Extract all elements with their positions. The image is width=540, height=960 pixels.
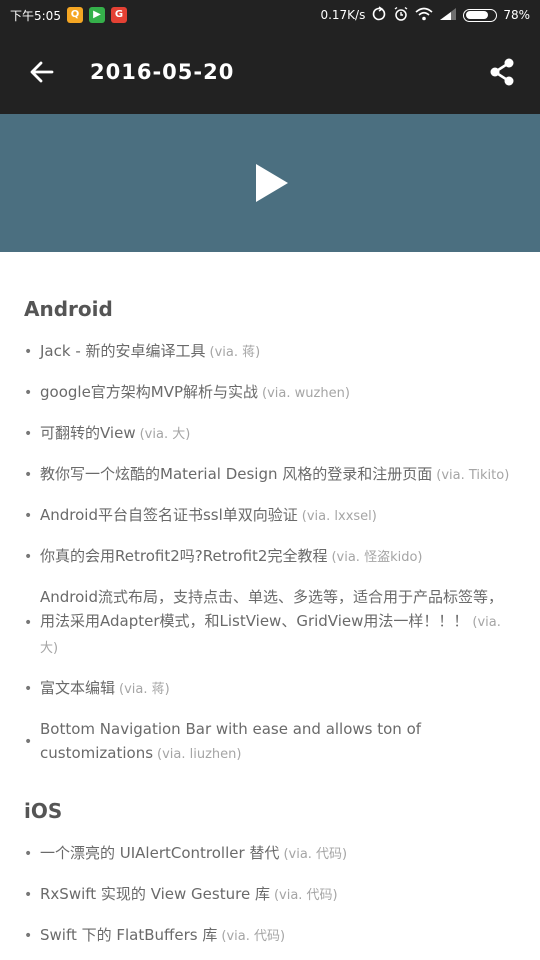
article-link[interactable]: Android流式布局，支持点击、单选、多选等，适合用于产品标签等，用法采用Ad…: [40, 588, 503, 656]
article-author: (via. 代码): [283, 847, 348, 862]
article-link[interactable]: 教你写一个炫酷的Material Design 风格的登录和注册页面 (via. …: [40, 465, 509, 483]
article-author: (via. 代码): [221, 929, 286, 944]
article-title[interactable]: Android流式布局，支持点击、单选、多选等，适合用于产品标签等，用法采用Ad…: [40, 588, 503, 630]
bullet-icon: •: [24, 426, 33, 442]
article-list: • 一个漂亮的 UIAlertController 替代 (via. 代码) • RxS…: [0, 841, 540, 949]
list-item[interactable]: • 一个漂亮的 UIAlertController 替代 (via. 代码): [0, 841, 540, 867]
section-title: Android: [24, 297, 113, 321]
bullet-icon: •: [24, 928, 33, 944]
article-title[interactable]: 一个漂亮的 UIAlertController 替代: [40, 844, 279, 862]
article-title[interactable]: Swift 下的 FlatBuffers 库: [40, 926, 217, 944]
signal-icon: [439, 7, 457, 24]
article-link[interactable]: 可翻转的View (via. 大): [40, 424, 190, 442]
article-author: (via. 代码): [273, 888, 338, 903]
article-author: (via. 怪盗kido): [331, 550, 423, 565]
article-title[interactable]: 教你写一个炫酷的Material Design 风格的登录和注册页面: [40, 465, 432, 483]
status-bar-right: 0.17K/s 78%: [320, 5, 530, 25]
share-icon: [490, 58, 514, 86]
arrow-left-icon: [30, 61, 54, 83]
list-item[interactable]: • Android流式布局，支持点击、单选、多选等，适合用于产品标签等，用法采用A…: [0, 585, 540, 661]
network-speed: 0.17K/s: [320, 8, 366, 22]
bullet-icon: •: [24, 549, 33, 565]
sync-icon: [371, 5, 387, 25]
article-author: (via. Tikito): [436, 468, 510, 483]
article-author: (via. wuzhen): [262, 386, 350, 401]
qq-icon: Q: [66, 7, 83, 23]
list-item[interactable]: • google官方架构MVP解析与实战 (via. wuzhen): [0, 380, 540, 406]
article-author: (via. 大): [139, 427, 191, 442]
share-button[interactable]: [472, 30, 532, 114]
bullet-icon: •: [24, 508, 33, 524]
list-item[interactable]: • Bottom Navigation Bar with ease and all…: [0, 717, 540, 767]
article-link[interactable]: 你真的会用Retrofit2吗?Retrofit2完全教程 (via. 怪盗kid…: [40, 547, 423, 565]
list-item[interactable]: • 富文本编辑 (via. 蒋): [0, 676, 540, 702]
article-title[interactable]: Jack - 新的安卓编译工具: [40, 342, 206, 360]
play-icon[interactable]: [246, 159, 294, 207]
list-item[interactable]: • Jack - 新的安卓编译工具 (via. 蒋): [0, 339, 540, 365]
bullet-icon: •: [24, 846, 33, 862]
article-link[interactable]: RxSwift 实现的 View Gesture 库 (via. 代码): [40, 885, 338, 903]
list-item[interactable]: • Android平台自签名证书ssl单双向验证 (via. lxxsel): [0, 503, 540, 529]
article-link[interactable]: 一个漂亮的 UIAlertController 替代 (via. 代码): [40, 844, 347, 862]
article-title[interactable]: 可翻转的View: [40, 424, 136, 442]
play-store-icon: ▶: [88, 7, 105, 23]
bullet-icon: •: [24, 681, 33, 697]
section-title: iOS: [24, 799, 63, 823]
section: Android • Jack - 新的安卓编译工具 (via. 蒋) • google官方…: [0, 297, 540, 767]
article-link[interactable]: google官方架构MVP解析与实战 (via. wuzhen): [40, 383, 350, 401]
article-author: (via. liuzhen): [157, 747, 242, 762]
status-time: 下午5:05: [10, 8, 61, 23]
battery-level: [465, 11, 489, 19]
list-item[interactable]: • RxSwift 实现的 View Gesture 库 (via. 代码): [0, 882, 540, 908]
list-item[interactable]: • 可翻转的View (via. 大): [0, 421, 540, 447]
article-title[interactable]: 富文本编辑: [40, 679, 115, 697]
battery-icon: [463, 8, 498, 22]
article-title[interactable]: 你真的会用Retrofit2吗?Retrofit2完全教程: [40, 547, 327, 565]
bullet-icon: •: [24, 385, 33, 401]
battery-percent: 78%: [503, 8, 530, 22]
bullet-icon: •: [24, 887, 33, 903]
article-link[interactable]: Jack - 新的安卓编译工具 (via. 蒋): [40, 342, 260, 360]
bullet-icon: •: [24, 615, 33, 631]
article-link[interactable]: 富文本编辑 (via. 蒋): [40, 679, 170, 697]
article-author: (via. 蒋): [209, 345, 261, 360]
article-title[interactable]: RxSwift 实现的 View Gesture 库: [40, 885, 270, 903]
back-button[interactable]: [0, 30, 84, 114]
article-title[interactable]: google官方架构MVP解析与实战: [40, 383, 258, 401]
status-bar: 下午5:05 Q ▶ G 0.17K/s 78%: [0, 0, 540, 30]
toolbar: 2016-05-20: [0, 30, 540, 114]
section: iOS • 一个漂亮的 UIAlertController 替代 (via. 代码) •…: [0, 799, 540, 949]
google-icon: G: [110, 7, 127, 23]
page-title: 2016-05-20: [90, 60, 235, 84]
list-item[interactable]: • Swift 下的 FlatBuffers 库 (via. 代码): [0, 923, 540, 949]
article-link[interactable]: Android平台自签名证书ssl单双向验证 (via. lxxsel): [40, 506, 377, 524]
wifi-icon: [415, 7, 433, 24]
article-author: (via. 蒋): [119, 682, 170, 697]
article-author: (via. lxxsel): [301, 509, 377, 524]
article-link[interactable]: Bottom Navigation Bar with ease and allo…: [40, 720, 421, 762]
list-item[interactable]: • 你真的会用Retrofit2吗?Retrofit2完全教程 (via. 怪盗ki…: [0, 544, 540, 570]
article-title[interactable]: Android平台自签名证书ssl单双向验证: [40, 506, 298, 524]
article-link[interactable]: Swift 下的 FlatBuffers 库 (via. 代码): [40, 926, 285, 944]
article-list: • Jack - 新的安卓编译工具 (via. 蒋) • google官方架构MVP解析…: [0, 339, 540, 767]
status-bar-left: 下午5:05 Q ▶ G: [10, 7, 127, 24]
bullet-icon: •: [24, 467, 33, 483]
bullet-icon: •: [24, 734, 33, 750]
alarm-icon: [393, 6, 409, 25]
article-content: Android • Jack - 新的安卓编译工具 (via. 蒋) • google官方…: [0, 252, 540, 949]
video-banner[interactable]: [0, 114, 540, 252]
bullet-icon: •: [24, 344, 33, 360]
list-item[interactable]: • 教你写一个炫酷的Material Design 风格的登录和注册页面 (via.…: [0, 462, 540, 488]
